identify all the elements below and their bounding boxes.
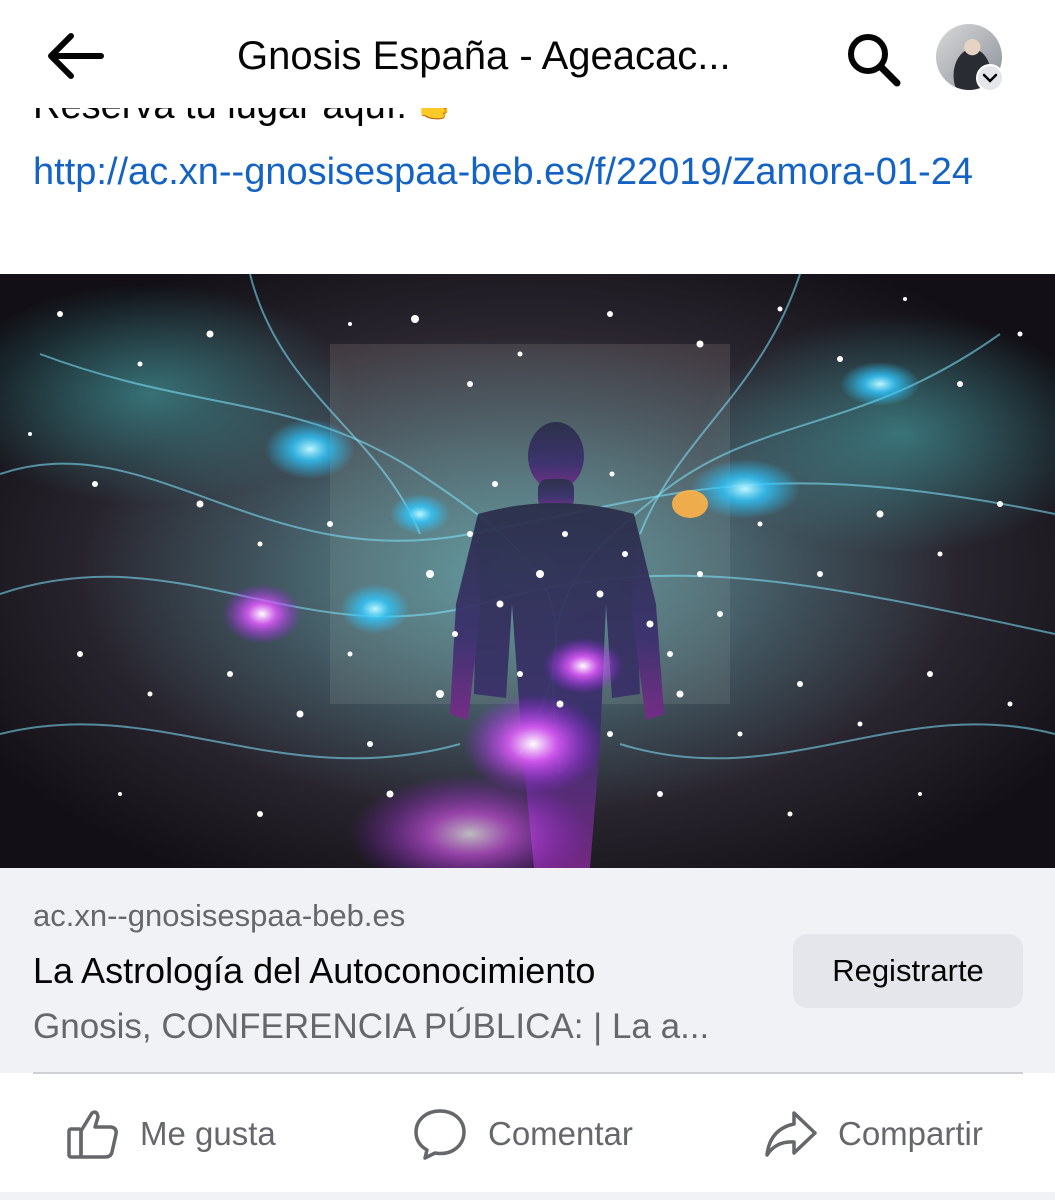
- share-arrow-icon: [765, 1111, 817, 1157]
- like-button[interactable]: Me gusta: [66, 1082, 276, 1186]
- thumbs-up-icon: [67, 1110, 118, 1159]
- post-action-bar: Me gusta Comentar Compartir: [0, 1082, 1055, 1186]
- like-label: Me gusta: [140, 1115, 276, 1152]
- share-label: Compartir: [838, 1115, 983, 1152]
- search-icon: [848, 34, 901, 87]
- comment-label: Comentar: [488, 1115, 633, 1152]
- profile-menu-badge[interactable]: [976, 64, 1004, 92]
- link-domain: ac.xn--gnosisespaa-beb.es: [33, 898, 406, 933]
- comment-button[interactable]: Comentar: [412, 1082, 633, 1186]
- search-button[interactable]: [838, 24, 908, 94]
- chevron-down-icon: [982, 73, 998, 83]
- divider: [33, 1072, 1023, 1074]
- top-bar: Gnosis España - Ageacac...: [0, 0, 1055, 108]
- section-separator: [0, 1192, 1055, 1200]
- arrow-left-icon: [48, 33, 104, 79]
- post-image[interactable]: [0, 274, 1055, 868]
- share-button[interactable]: Compartir: [764, 1082, 983, 1186]
- page-title: Gnosis España - Ageacac...: [237, 34, 731, 78]
- register-button[interactable]: Registrarte: [793, 934, 1023, 1008]
- post-link[interactable]: http://ac.xn--gnosisespaa-beb.es/f/22019…: [33, 146, 1023, 199]
- back-button[interactable]: [36, 24, 112, 88]
- link-description: Gnosis, CONFERENCIA PÚBLICA: | La a...: [33, 1007, 710, 1046]
- comment-bubble-icon: [414, 1109, 466, 1160]
- link-title[interactable]: La Astrología del Autoconocimiento: [33, 947, 773, 995]
- cosmic-figure-image: [0, 274, 1055, 868]
